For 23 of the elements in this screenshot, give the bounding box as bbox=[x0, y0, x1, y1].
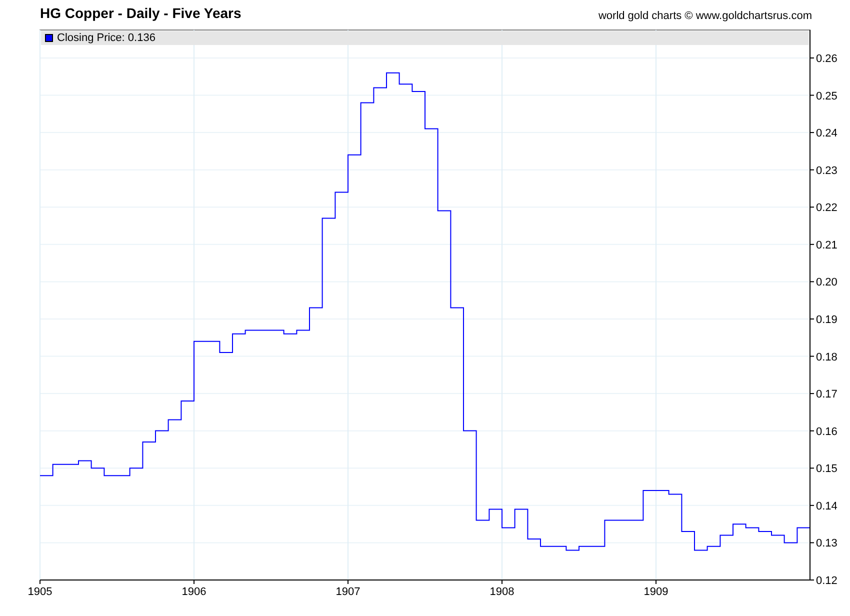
chart-title: HG Copper - Daily - Five Years bbox=[40, 4, 242, 23]
axis-label: 1907 bbox=[336, 586, 360, 598]
axis-label: 0.25 bbox=[816, 90, 838, 102]
axis-label: 0.17 bbox=[816, 388, 838, 401]
axis-label: 0.16 bbox=[816, 426, 838, 438]
legend-text: Closing Price: 0.136 bbox=[57, 31, 156, 45]
axis-label: 1909 bbox=[644, 586, 668, 598]
axis-label: 0.15 bbox=[816, 463, 838, 476]
axis-label: 0.13 bbox=[816, 538, 838, 550]
axis-label: 0.20 bbox=[816, 276, 838, 289]
axis-label: 0.14 bbox=[816, 500, 838, 512]
axis-label: 1906 bbox=[182, 586, 206, 598]
axis-label: 0.22 bbox=[816, 202, 838, 214]
axis-label: 0.18 bbox=[816, 351, 838, 364]
axis-label: 0.19 bbox=[816, 314, 838, 326]
axis-label: 1905 bbox=[28, 586, 52, 598]
axis-label: 0.12 bbox=[816, 575, 838, 587]
axis-label: 1908 bbox=[490, 586, 514, 598]
axis-label: 0.26 bbox=[816, 52, 838, 65]
credit-text: world gold charts © www.goldchartsrus.com bbox=[598, 8, 812, 24]
axis-label: 0.23 bbox=[816, 164, 838, 177]
axis-label: 0.24 bbox=[816, 128, 838, 140]
axis-label: 0.21 bbox=[816, 239, 838, 252]
